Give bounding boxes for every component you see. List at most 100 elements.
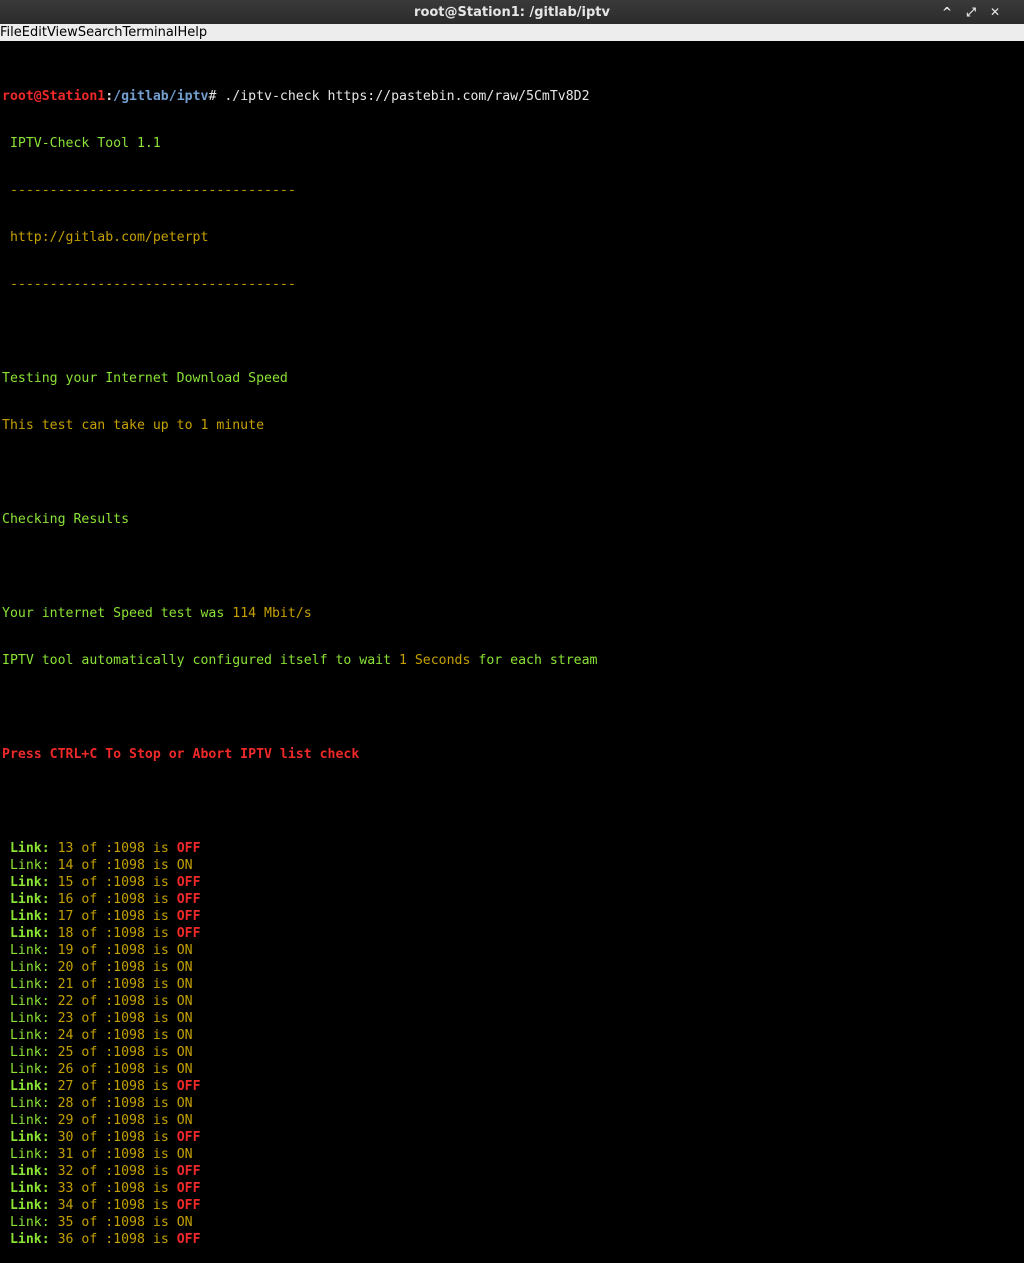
prompt-user: root@Station1 xyxy=(2,89,106,104)
link-of-text: of :1098 is xyxy=(73,1215,177,1230)
tool-url: http://gitlab.com/peterpt xyxy=(2,230,209,245)
link-label: Link: xyxy=(2,1147,50,1162)
window-titlebar[interactable]: root@Station1: /gitlab/iptv ^ ⤢ ✕ xyxy=(0,0,1024,24)
speed-result-line: Your internet Speed test was 114 Mbit/s xyxy=(2,605,1024,622)
link-status: ON xyxy=(176,977,193,992)
link-label: Link: xyxy=(2,858,50,873)
link-status: ON xyxy=(176,1113,193,1128)
link-number: 33 xyxy=(57,1181,74,1196)
link-row: Link: 21 of :1098 is ON xyxy=(2,976,1024,993)
link-number: 30 xyxy=(57,1130,74,1145)
link-row: Link: 28 of :1098 is ON xyxy=(2,1095,1024,1112)
link-label: Link: xyxy=(2,1164,50,1179)
link-number: 28 xyxy=(57,1096,74,1111)
link-number: 35 xyxy=(57,1215,74,1230)
link-row: Link: 36 of :1098 is OFF xyxy=(2,1231,1024,1248)
link-number: 13 xyxy=(57,841,74,856)
link-row: Link: 35 of :1098 is ON xyxy=(2,1214,1024,1231)
link-number: 16 xyxy=(57,892,74,907)
link-number: 19 xyxy=(57,943,74,958)
link-of-text: of :1098 is xyxy=(73,977,177,992)
link-of-text: of :1098 is xyxy=(73,994,177,1009)
link-row: Link: 15 of :1098 is OFF xyxy=(2,874,1024,891)
link-row: Link: 14 of :1098 is ON xyxy=(2,857,1024,874)
link-list: Link: 13 of :1098 is OFF Link: 14 of :10… xyxy=(2,840,1024,1248)
config-value: 1 Seconds xyxy=(398,653,471,668)
menu-search[interactable]: Search xyxy=(78,25,123,40)
link-row: Link: 18 of :1098 is OFF xyxy=(2,925,1024,942)
link-number: 26 xyxy=(57,1062,74,1077)
link-of-text: of :1098 is xyxy=(73,1028,177,1043)
link-status: OFF xyxy=(176,1198,201,1213)
terminal-output[interactable]: root@Station1:/gitlab/iptv# ./iptv-check… xyxy=(2,41,1024,1247)
link-status: ON xyxy=(176,1096,193,1111)
link-status: ON xyxy=(176,1028,193,1043)
link-of-text: of :1098 is xyxy=(73,1062,177,1077)
link-label: Link: xyxy=(2,960,50,975)
link-status: OFF xyxy=(176,892,201,907)
link-status: ON xyxy=(176,858,193,873)
link-of-text: of :1098 is xyxy=(73,960,177,975)
take-up-line: This test can take up to 1 minute xyxy=(2,418,265,433)
speed-prefix: Your internet Speed test was xyxy=(2,606,233,621)
menu-terminal[interactable]: Terminal xyxy=(122,25,177,40)
link-row: Link: 31 of :1098 is ON xyxy=(2,1146,1024,1163)
link-label: Link: xyxy=(2,1130,50,1145)
link-of-text: of :1098 is xyxy=(73,841,177,856)
maximize-icon[interactable]: ⤢ xyxy=(962,3,980,21)
link-of-text: of :1098 is xyxy=(73,892,177,907)
link-of-text: of :1098 is xyxy=(73,1096,177,1111)
link-of-text: of :1098 is xyxy=(73,926,177,941)
menu-view[interactable]: View xyxy=(47,25,78,40)
link-of-text: of :1098 is xyxy=(73,909,177,924)
divider-top: ------------------------------------ xyxy=(2,183,296,198)
link-number: 25 xyxy=(57,1045,74,1060)
menu-edit[interactable]: Edit xyxy=(22,25,47,40)
command-text: ./iptv-check https://pastebin.com/raw/5C… xyxy=(216,89,590,104)
link-label: Link: xyxy=(2,875,50,890)
prompt-path: /gitlab/iptv xyxy=(113,89,209,104)
link-number: 34 xyxy=(57,1198,74,1213)
window-title: root@Station1: /gitlab/iptv xyxy=(414,5,610,20)
link-of-text: of :1098 is xyxy=(73,1181,177,1196)
link-label: Link: xyxy=(2,1181,50,1196)
link-label: Link: xyxy=(2,1045,50,1060)
link-status: OFF xyxy=(176,1164,201,1179)
menu-file[interactable]: File xyxy=(0,25,22,40)
link-row: Link: 26 of :1098 is ON xyxy=(2,1061,1024,1078)
link-label: Link: xyxy=(2,1096,50,1111)
link-row: Link: 33 of :1098 is OFF xyxy=(2,1180,1024,1197)
menu-help[interactable]: Help xyxy=(177,25,207,40)
link-of-text: of :1098 is xyxy=(73,943,177,958)
config-suffix: for each stream xyxy=(470,653,598,668)
testing-speed-line: Testing your Internet Download Speed xyxy=(2,371,288,386)
link-label: Link: xyxy=(2,909,50,924)
menubar: FileEditViewSearchTerminalHelp xyxy=(0,24,1024,41)
link-number: 29 xyxy=(57,1113,74,1128)
link-row: Link: 27 of :1098 is OFF xyxy=(2,1078,1024,1095)
link-of-text: of :1098 is xyxy=(73,1147,177,1162)
link-number: 23 xyxy=(57,1011,74,1026)
link-label: Link: xyxy=(2,977,50,992)
abort-instruction: Press CTRL+C To Stop or Abort IPTV list … xyxy=(2,747,360,762)
link-status: ON xyxy=(176,943,193,958)
close-icon[interactable]: ✕ xyxy=(986,3,1004,21)
tool-name: IPTV-Check Tool 1.1 xyxy=(2,136,161,151)
link-label: Link: xyxy=(2,841,50,856)
minimize-icon[interactable]: ^ xyxy=(938,3,956,21)
link-of-text: of :1098 is xyxy=(73,1130,177,1145)
link-row: Link: 30 of :1098 is OFF xyxy=(2,1129,1024,1146)
link-row: Link: 32 of :1098 is OFF xyxy=(2,1163,1024,1180)
link-number: 24 xyxy=(57,1028,74,1043)
link-label: Link: xyxy=(2,1079,50,1094)
link-status: ON xyxy=(176,960,193,975)
link-row: Link: 17 of :1098 is OFF xyxy=(2,908,1024,925)
link-of-text: of :1098 is xyxy=(73,1232,177,1247)
checking-results-line: Checking Results xyxy=(2,512,130,527)
link-number: 21 xyxy=(57,977,74,992)
link-label: Link: xyxy=(2,1062,50,1077)
link-row: Link: 16 of :1098 is OFF xyxy=(2,891,1024,908)
